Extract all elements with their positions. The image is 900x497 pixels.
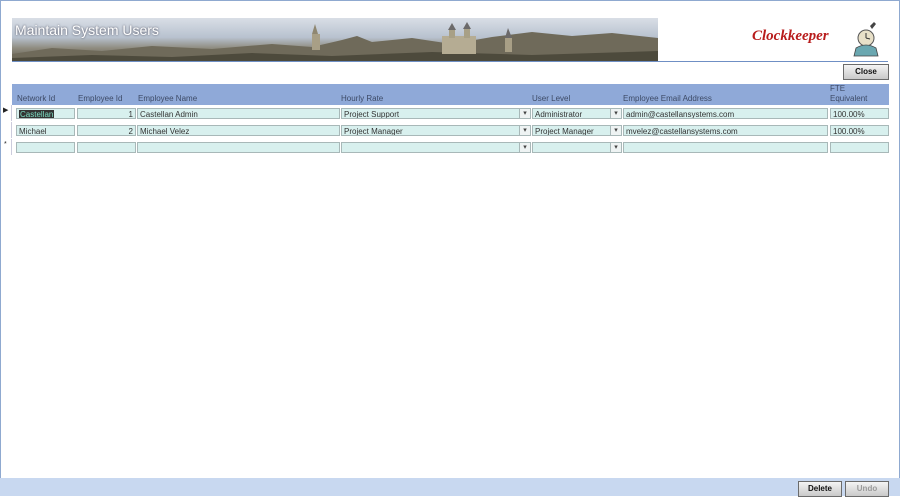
user-level-combo[interactable]: Administrator ▾ [532,108,622,119]
network-id-field[interactable]: Michael [16,125,75,136]
employee-name-field[interactable]: Castellan Admin [137,108,340,119]
header-banner-image: Maintain System Users [12,18,658,61]
fte-field[interactable] [830,142,889,153]
chevron-down-icon[interactable]: ▾ [610,109,621,118]
chevron-down-icon[interactable]: ▾ [610,143,621,152]
form-frame [0,0,900,496]
clock-character-icon [848,20,888,58]
user-level-combo[interactable]: ▾ [532,142,622,153]
table-row: Michael 2 Michael Velez Project Manager … [12,123,889,139]
record-selector-column: ▶ * [0,105,12,157]
column-header-user-level: User Level [532,94,571,103]
email-field[interactable]: admin@castellansystems.com [623,108,828,119]
column-header-hourly-rate: Hourly Rate [341,94,384,103]
column-header-row: Network Id Employee Id Employee Name Hou… [12,84,889,105]
user-level-value: Project Manager [535,127,594,136]
delete-button[interactable]: Delete [798,481,842,497]
close-button[interactable]: Close [843,64,889,80]
chevron-down-icon[interactable]: ▾ [519,143,530,152]
record-selector-new[interactable]: * [0,139,12,155]
chevron-down-icon[interactable]: ▾ [519,126,530,135]
current-record-arrow-icon: ▶ [3,107,9,114]
column-header-employee-name: Employee Name [138,94,198,103]
fte-field[interactable]: 100.00% [830,125,889,136]
hourly-rate-value: Project Support [344,110,400,119]
column-header-network-id: Network Id [17,94,56,103]
user-level-combo[interactable]: Project Manager ▾ [532,125,622,136]
employee-name-field[interactable]: Michael Velez [137,125,340,136]
new-record-row: ▾ ▾ [12,140,889,156]
record-selector-current[interactable]: ▶ [0,105,12,121]
chevron-down-icon[interactable]: ▾ [610,126,621,135]
title-divider [12,61,888,62]
employee-id-field[interactable] [77,142,136,153]
chevron-down-icon[interactable]: ▾ [519,109,530,118]
undo-button[interactable]: Undo [845,481,889,497]
hourly-rate-value: Project Manager [344,127,403,136]
employee-name-field[interactable] [137,142,340,153]
employee-id-field[interactable]: 2 [77,125,136,136]
new-record-asterisk-icon: * [4,141,7,148]
clockkeeper-logo: Clockkeeper [752,28,829,44]
email-field[interactable] [623,142,828,153]
hourly-rate-combo[interactable]: Project Manager ▾ [341,125,531,136]
hourly-rate-combo[interactable]: ▾ [341,142,531,153]
table-row: Castellan 1 Castellan Admin Project Supp… [12,106,889,122]
fte-field[interactable]: 100.00% [830,108,889,119]
user-level-value: Administrator [535,110,583,119]
network-id-value: Castellan [19,110,55,119]
column-header-fte-line1: FTE [830,84,846,93]
record-selector-row[interactable] [0,122,12,138]
network-id-field[interactable] [16,142,75,153]
page-title: Maintain System Users [15,22,159,38]
email-field[interactable]: mvelez@castellansystems.com [623,125,828,136]
column-header-employee-id: Employee Id [78,94,123,103]
network-id-field[interactable]: Castellan [16,108,75,119]
employee-id-field[interactable]: 1 [77,108,136,119]
column-header-email: Employee Email Address [623,94,712,103]
hourly-rate-combo[interactable]: Project Support ▾ [341,108,531,119]
column-header-fte-line2: Equivalent [830,94,868,103]
footer-bar [0,478,900,496]
